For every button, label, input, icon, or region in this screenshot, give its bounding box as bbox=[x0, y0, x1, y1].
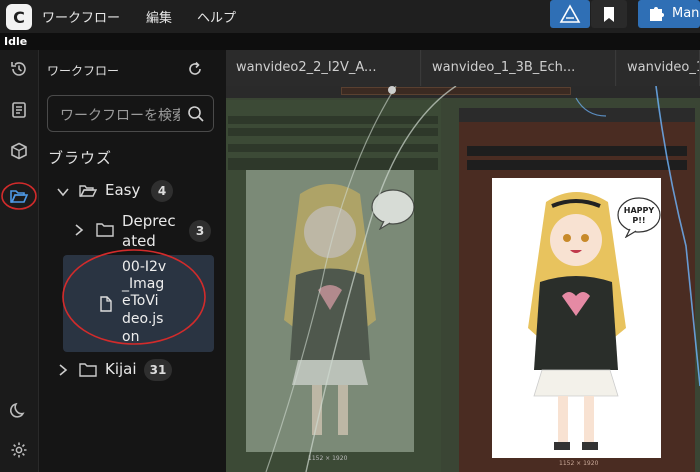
tree-folder-kijai[interactable]: Kijai 31 bbox=[39, 358, 226, 382]
tree-folder-label: Kijai bbox=[105, 360, 137, 378]
history-icon[interactable] bbox=[9, 59, 29, 79]
search-box[interactable]: ワークフローを検索 bbox=[47, 95, 214, 132]
manager-label: Man bbox=[672, 6, 700, 21]
folder-open-highlight[interactable] bbox=[0, 178, 39, 218]
comfy-logo[interactable]: C bbox=[6, 4, 32, 30]
menu-edit[interactable]: 編集 bbox=[146, 7, 172, 26]
node-row bbox=[228, 158, 438, 170]
node-row bbox=[228, 128, 438, 136]
chevron-down-icon bbox=[57, 188, 69, 197]
node-row bbox=[467, 146, 687, 156]
image-size-caption: 1152 × 1920 bbox=[308, 455, 348, 462]
menu-workflow[interactable]: ワークフロー bbox=[42, 7, 120, 26]
tree-folder-label-line1: Deprec bbox=[122, 212, 176, 230]
model-library-icon[interactable] bbox=[9, 141, 29, 161]
refresh-icon[interactable] bbox=[186, 60, 204, 78]
folder-icon bbox=[96, 223, 114, 237]
menu-help[interactable]: ヘルプ bbox=[197, 7, 236, 26]
search-input[interactable]: ワークフローを検索 bbox=[60, 105, 180, 125]
speech-bubble-icon bbox=[371, 189, 415, 230]
slider-widget[interactable] bbox=[341, 86, 571, 95]
svg-text:P!!: P!! bbox=[632, 216, 645, 225]
load-image-node[interactable]: 1152 × 1920 bbox=[226, 100, 441, 472]
side-icon-bar bbox=[0, 50, 39, 472]
folder-open-icon bbox=[10, 190, 29, 203]
tree-folder-deprecated[interactable]: Deprec ated 3 bbox=[39, 210, 226, 250]
tab-workflow[interactable]: wanvideo_1_3B_Ech... bbox=[422, 50, 616, 86]
tab-workflow[interactable]: wanvideo2_2_I2V_A... bbox=[226, 50, 421, 86]
status-text: Idle bbox=[0, 33, 700, 50]
sidebar-title: ワークフロー bbox=[47, 64, 120, 78]
count-badge: 4 bbox=[151, 180, 173, 202]
svg-text:HAPPY: HAPPY bbox=[624, 206, 655, 215]
graph-canvas[interactable]: wanvideo2_2_I2V_A... wanvideo_1_3B_Ech..… bbox=[226, 50, 700, 472]
chevron-right-icon bbox=[59, 364, 68, 376]
node-row bbox=[228, 116, 438, 124]
moon-icon[interactable] bbox=[9, 400, 29, 420]
triangle-logo-icon bbox=[559, 4, 581, 23]
slider-thumb[interactable] bbox=[388, 86, 396, 94]
count-badge: 3 bbox=[189, 220, 211, 242]
settings-icon[interactable] bbox=[9, 440, 29, 460]
count-badge: 31 bbox=[144, 359, 172, 381]
browse-heading: ブラウズ bbox=[48, 149, 113, 167]
image-size-caption: 1152 × 1920 bbox=[559, 460, 599, 467]
speech-bubble-icon: HAPPY P!! bbox=[617, 197, 661, 238]
queue-icon[interactable] bbox=[9, 100, 29, 120]
canvas-area[interactable]: 1152 × 1920 HAPPY P!! 1152 × 1920 bbox=[226, 86, 700, 472]
node-row bbox=[228, 144, 438, 152]
annotation-ellipse-icon bbox=[62, 249, 206, 345]
image-preview-faded bbox=[246, 170, 415, 452]
folder-open-icon bbox=[79, 185, 97, 197]
tab-workflow[interactable]: wanvideo_1 bbox=[617, 50, 700, 86]
bookmark-button[interactable] bbox=[591, 0, 627, 28]
workflow-sidebar: ワークフロー ワークフローを検索 ブラウズ Easy 4 Deprec ated… bbox=[39, 50, 226, 472]
top-bar: C ワークフロー 編集 ヘルプ Man bbox=[0, 0, 700, 33]
bookmark-icon bbox=[604, 7, 614, 22]
manager-button[interactable]: Man bbox=[638, 0, 700, 28]
image-preview: HAPPY P!! bbox=[492, 178, 661, 458]
preview-image-node[interactable]: HAPPY P!! 1152 × 1920 bbox=[459, 108, 695, 472]
folder-icon bbox=[79, 363, 97, 377]
run-button[interactable] bbox=[550, 0, 590, 28]
chevron-right-icon bbox=[75, 224, 84, 236]
puzzle-icon bbox=[650, 7, 664, 21]
node-title-bar bbox=[459, 108, 695, 122]
tree-folder-label: Easy bbox=[105, 181, 141, 199]
tree-folder-easy[interactable]: Easy 4 bbox=[39, 179, 226, 203]
node-row bbox=[467, 160, 687, 170]
search-icon bbox=[188, 106, 204, 122]
